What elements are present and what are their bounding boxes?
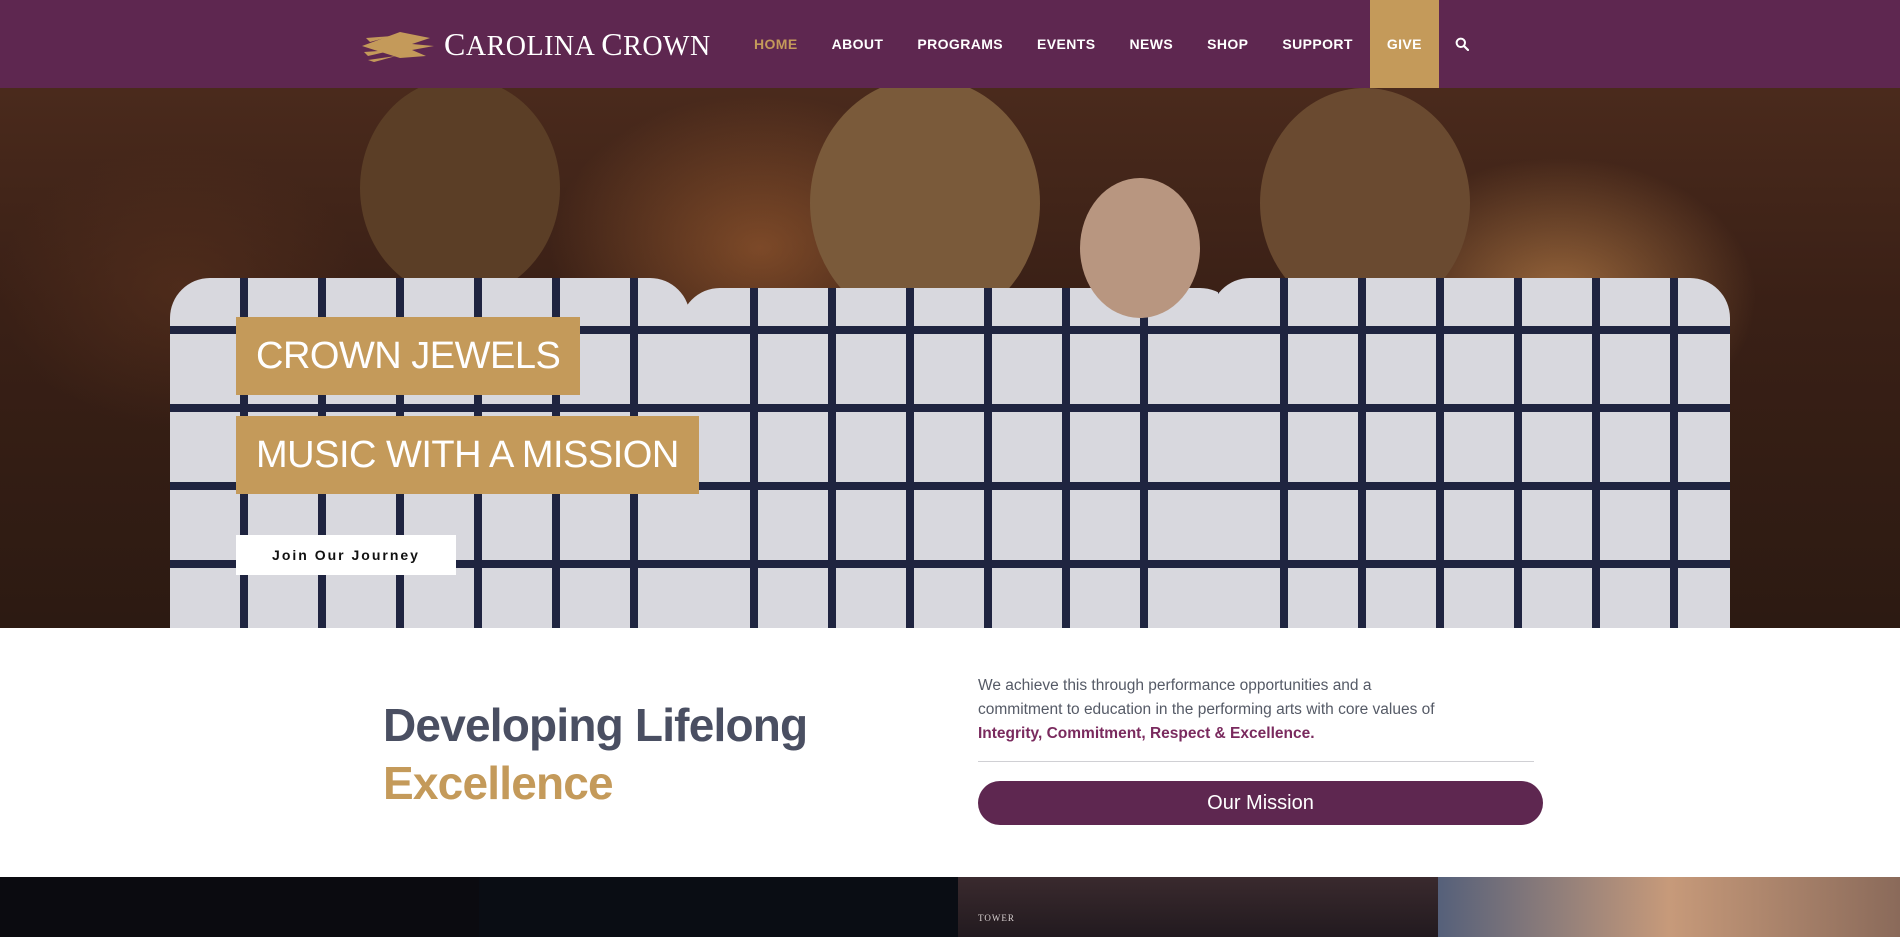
- intro-lead-text: We achieve this through performance oppo…: [978, 677, 1435, 718]
- hero-tagline-music-mission: MUSIC WITH A MISSION: [236, 416, 699, 494]
- hero-banner: CROWN JEWELS MUSIC WITH A MISSION Join O…: [0, 88, 1900, 628]
- nav-about[interactable]: ABOUT: [815, 0, 901, 88]
- nav-programs[interactable]: PROGRAMS: [900, 0, 1020, 88]
- hero-tagline-crown-jewels: CROWN JEWELS: [236, 317, 581, 395]
- crown-wings-icon: [362, 32, 434, 62]
- site-header: CAROLINA CROWN HOME ABOUT PROGRAMS EVENT…: [0, 0, 1900, 88]
- search-button[interactable]: [1439, 0, 1485, 88]
- feature-tile[interactable]: TOWER: [958, 877, 1438, 937]
- main-nav: HOME ABOUT PROGRAMS EVENTS NEWS SHOP SUP…: [737, 0, 1485, 88]
- carolina-crown-logo[interactable]: CAROLINA CROWN: [360, 18, 711, 70]
- core-values-text: Integrity, Commitment, Respect & Excelle…: [978, 725, 1315, 742]
- intro-section: [0, 628, 1900, 877]
- logo-text: CAROLINA CROWN: [444, 25, 711, 62]
- intro-heading-accent: Excellence: [383, 757, 614, 809]
- nav-home[interactable]: HOME: [737, 0, 815, 88]
- feature-tile[interactable]: [1438, 877, 1900, 937]
- feature-tiles: TOWER: [0, 877, 1900, 937]
- feature-tile[interactable]: [0, 877, 479, 937]
- intro-heading-line1: Developing Lifelong: [383, 699, 808, 751]
- nav-give-button[interactable]: GIVE: [1369, 0, 1439, 88]
- divider: [978, 761, 1534, 762]
- nav-events[interactable]: EVENTS: [1020, 0, 1112, 88]
- feature-tile[interactable]: [479, 877, 958, 937]
- intro-description: We achieve this through performance oppo…: [978, 674, 1458, 746]
- nav-shop[interactable]: SHOP: [1190, 0, 1265, 88]
- join-our-journey-button[interactable]: Join Our Journey: [236, 535, 456, 575]
- crowd-figure: [1060, 178, 1230, 378]
- search-icon: [1455, 37, 1469, 51]
- nav-support[interactable]: SUPPORT: [1265, 0, 1369, 88]
- performer-figure: [1170, 88, 1730, 628]
- nav-news[interactable]: NEWS: [1112, 0, 1190, 88]
- tile-tower-label: TOWER: [978, 913, 1015, 923]
- intro-heading: Developing Lifelong Excellence: [383, 696, 808, 812]
- our-mission-button[interactable]: Our Mission: [978, 781, 1543, 825]
